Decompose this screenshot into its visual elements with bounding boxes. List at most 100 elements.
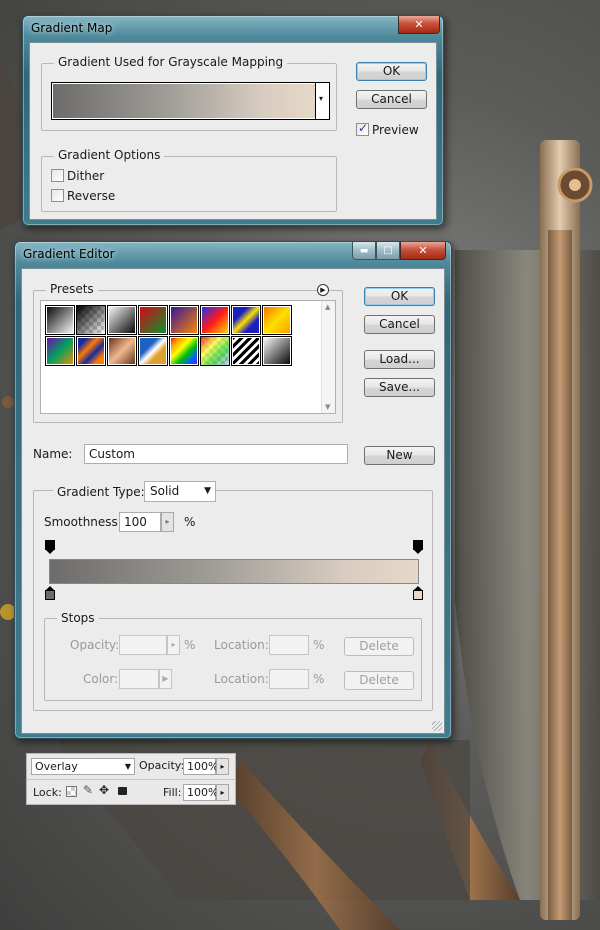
gradient-preview[interactable] <box>53 84 315 118</box>
cancel-button[interactable]: Cancel <box>356 90 427 109</box>
dither-checkbox[interactable] <box>51 169 64 182</box>
preset-swatch[interactable] <box>107 336 137 366</box>
opacity-location-label: Location: <box>214 638 269 652</box>
close-button[interactable]: ✕ <box>398 16 440 34</box>
gradient-editor-window: Gradient Editor ▬ □ ✕ Presets ▶ ▲ ▼ OK C… <box>14 241 452 739</box>
lock-all-icon[interactable] <box>118 787 127 795</box>
gradient-picker[interactable]: ▾ <box>51 82 330 120</box>
preview-label: Preview <box>372 123 419 137</box>
preset-swatch[interactable] <box>169 336 199 366</box>
preset-swatch[interactable] <box>262 336 292 366</box>
name-label: Name: <box>33 447 73 461</box>
arrow-right-icon: ▸ <box>220 788 225 797</box>
blend-mode-select[interactable]: Overlay ▼ <box>31 758 135 775</box>
lock-transparency-icon[interactable] <box>66 786 77 797</box>
lock-position-icon[interactable]: ✥ <box>99 783 109 797</box>
opacity-stepper[interactable]: ▸ <box>167 635 180 655</box>
layer-opacity-stepper[interactable]: ▸ <box>216 758 229 775</box>
smoothness-label: Smoothness: <box>44 515 122 529</box>
opacity-delete-button[interactable]: Delete <box>344 637 414 656</box>
color-menu-button[interactable]: ▶ <box>159 669 172 689</box>
gradient-used-group-label: Gradient Used for Grayscale Mapping <box>54 55 288 69</box>
preset-swatch[interactable] <box>45 336 75 366</box>
color-stop-left[interactable] <box>45 586 55 602</box>
preset-swatch[interactable] <box>200 336 230 366</box>
name-input[interactable]: Custom <box>84 444 348 464</box>
minimize-button[interactable]: ▬ <box>352 242 376 260</box>
chevron-down-icon: ▼ <box>204 486 211 496</box>
opacity-stop-left[interactable] <box>45 540 55 554</box>
arrow-right-icon: ▶ <box>162 674 169 683</box>
gradient-type-value: Solid <box>150 484 180 498</box>
minimize-icon: ▬ <box>359 245 369 256</box>
save-button[interactable]: Save... <box>364 378 435 397</box>
opacity-location-input[interactable] <box>269 635 309 655</box>
close-button[interactable]: ✕ <box>400 242 446 260</box>
preset-swatch[interactable] <box>76 336 106 366</box>
gradient-map-body: Gradient Used for Grayscale Mapping ▾ Gr… <box>29 42 437 220</box>
arrow-right-icon: ▸ <box>220 762 225 771</box>
gradient-bar[interactable] <box>49 559 419 584</box>
presets-menu-button[interactable]: ▶ <box>317 284 329 296</box>
preview-checkbox[interactable] <box>356 121 369 136</box>
cancel-button[interactable]: Cancel <box>364 315 435 334</box>
ok-button[interactable]: OK <box>356 62 427 81</box>
reverse-checkbox[interactable] <box>51 189 64 202</box>
color-location-input[interactable] <box>269 669 309 689</box>
preset-swatch[interactable] <box>107 305 137 335</box>
preset-swatch[interactable] <box>138 336 168 366</box>
preset-swatch[interactable] <box>231 305 261 335</box>
preset-swatch[interactable] <box>76 305 106 335</box>
gradient-map-window: Gradient Map ✕ Gradient Used for Graysca… <box>22 15 444 226</box>
arrow-right-icon: ▸ <box>171 640 176 649</box>
lock-pixels-icon[interactable]: ✎ <box>83 783 93 797</box>
preset-swatch[interactable] <box>231 336 261 366</box>
arrow-right-icon: ▶ <box>320 286 326 294</box>
load-button[interactable]: Load... <box>364 350 435 369</box>
opacity-stop-right[interactable] <box>413 540 423 554</box>
smoothness-input[interactable]: 100 <box>119 512 161 532</box>
color-delete-button[interactable]: Delete <box>344 671 414 690</box>
gradient-options-group-label: Gradient Options <box>54 148 165 162</box>
preset-swatch[interactable] <box>200 305 230 335</box>
layer-opacity-input[interactable]: 100% <box>183 758 218 775</box>
gradient-editor-body: Presets ▶ ▲ ▼ OK Cancel Load... Save... … <box>21 268 445 734</box>
maximize-button[interactable]: □ <box>376 242 400 260</box>
scroll-down-icon[interactable]: ▼ <box>325 403 330 411</box>
scroll-up-icon[interactable]: ▲ <box>325 303 330 311</box>
color-label: Color: <box>83 672 119 686</box>
gradient-options-group <box>41 156 337 212</box>
dither-label: Dither <box>67 169 105 183</box>
reverse-label: Reverse <box>67 189 116 203</box>
fill-label: Fill: <box>163 786 182 799</box>
opacity-label: Opacity: <box>70 638 120 652</box>
preset-swatch[interactable] <box>138 305 168 335</box>
preset-swatch[interactable] <box>262 305 292 335</box>
gradient-type-select[interactable]: Solid ▼ <box>144 481 216 502</box>
arrow-right-icon: ▸ <box>165 517 170 526</box>
stops-group-label: Stops <box>57 611 99 625</box>
fill-input[interactable]: 100% <box>183 784 218 801</box>
opacity-input[interactable] <box>119 635 167 655</box>
window-title: Gradient Editor <box>23 247 115 261</box>
color-location-percent: % <box>313 672 325 686</box>
opacity-percent: % <box>184 638 196 652</box>
preset-swatch[interactable] <box>45 305 75 335</box>
color-location-label: Location: <box>214 672 269 686</box>
close-icon: ✕ <box>414 18 424 31</box>
smoothness-stepper[interactable]: ▸ <box>161 512 174 532</box>
gradient-dropdown[interactable]: ▾ <box>315 83 329 119</box>
color-stop-right[interactable] <box>413 586 423 602</box>
color-swatch[interactable] <box>119 669 159 689</box>
close-icon: ✕ <box>418 244 428 257</box>
ok-button[interactable]: OK <box>364 287 435 306</box>
presets-group-label: Presets <box>46 282 98 296</box>
fill-stepper[interactable]: ▸ <box>216 784 229 801</box>
resize-grip-icon[interactable] <box>432 721 442 731</box>
presets-list[interactable]: ▲ ▼ <box>40 300 336 414</box>
new-button[interactable]: New <box>364 446 435 465</box>
presets-scrollbar[interactable]: ▲ ▼ <box>321 301 335 413</box>
chevron-down-icon: ▾ <box>319 94 324 103</box>
maximize-icon: □ <box>383 245 393 256</box>
preset-swatch[interactable] <box>169 305 199 335</box>
